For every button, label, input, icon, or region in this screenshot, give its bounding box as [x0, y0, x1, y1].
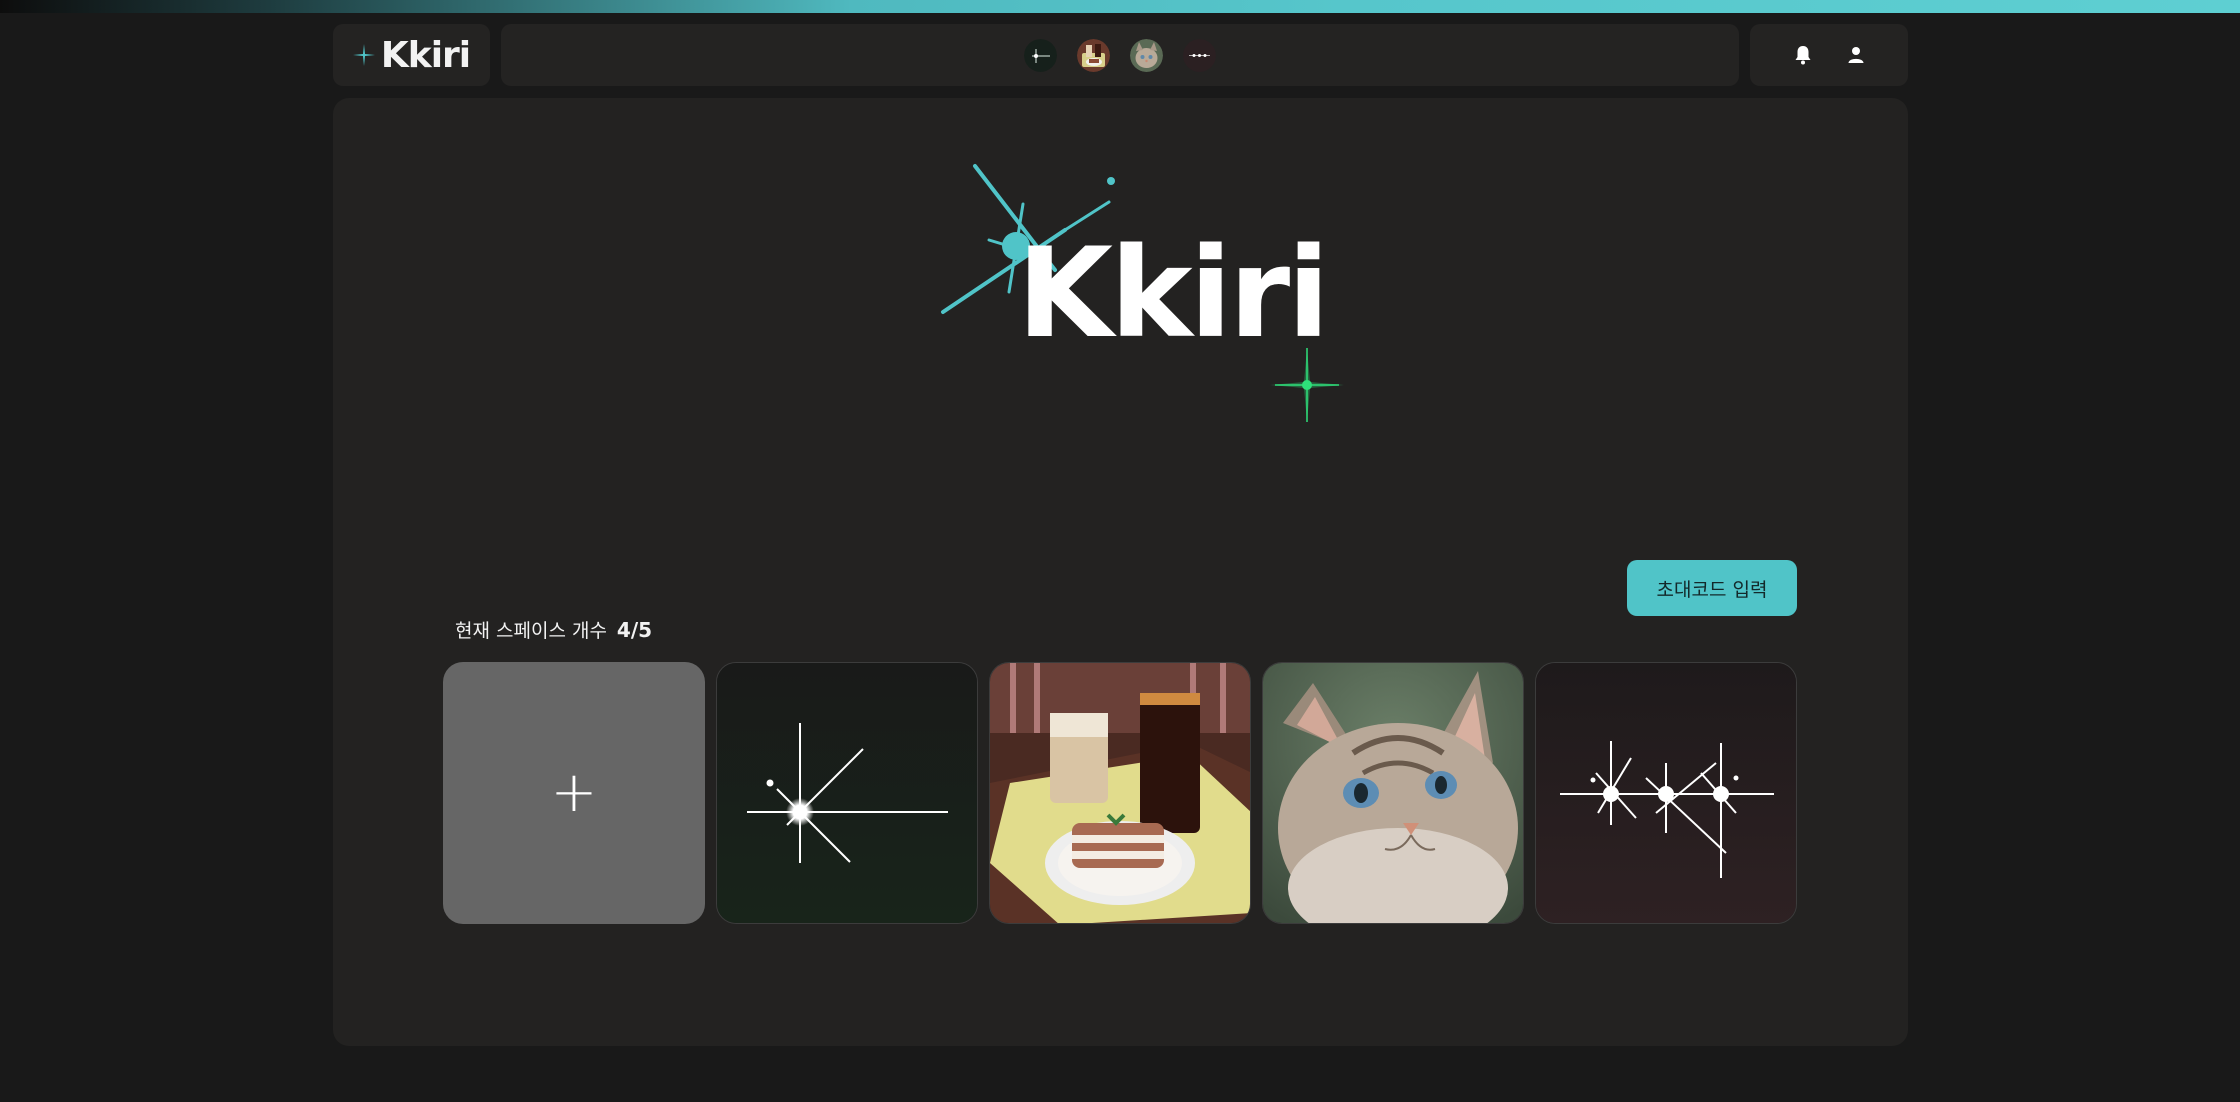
add-space-card[interactable]: +: [443, 662, 705, 924]
space-avatar-sparkle-green[interactable]: [1024, 38, 1057, 72]
space-card-sparkle-green[interactable]: [716, 662, 978, 924]
header-logo-text: Kkiri: [380, 34, 471, 76]
hero-logo: Kkiri: [873, 158, 1433, 478]
plus-icon: +: [550, 760, 598, 825]
space-avatar-cafe-dessert[interactable]: [1077, 38, 1110, 72]
space-avatar-cat[interactable]: [1130, 38, 1163, 72]
hero-title: Kkiri: [1017, 222, 1330, 366]
main-panel: Kkiri 초대코드 입력 현재 스페이스 개수 4/5 +: [333, 98, 1908, 1046]
space-card-sparkle-triple[interactable]: [1535, 662, 1797, 924]
invite-code-button[interactable]: 초대코드 입력: [1627, 560, 1797, 616]
space-count-value: 4/5: [616, 618, 653, 642]
space-count: 현재 스페이스 개수 4/5: [455, 616, 652, 643]
space-card-cafe-dessert[interactable]: [989, 662, 1251, 924]
top-progress-bar: [0, 0, 2240, 13]
space-card-cat[interactable]: [1262, 662, 1524, 924]
top-progress-fill: [0, 0, 2240, 13]
space-count-label: 현재 스페이스 개수: [455, 620, 607, 642]
sparkle-icon: [352, 44, 375, 66]
space-avatar-sparkle-triple[interactable]: [1183, 38, 1216, 72]
header-logo[interactable]: Kkiri: [333, 24, 490, 86]
user-icon[interactable]: [1841, 40, 1871, 70]
header-actions: [1750, 24, 1908, 86]
space-switcher-bar: [501, 24, 1739, 86]
space-grid: +: [443, 662, 1797, 924]
bell-icon[interactable]: [1788, 40, 1818, 70]
